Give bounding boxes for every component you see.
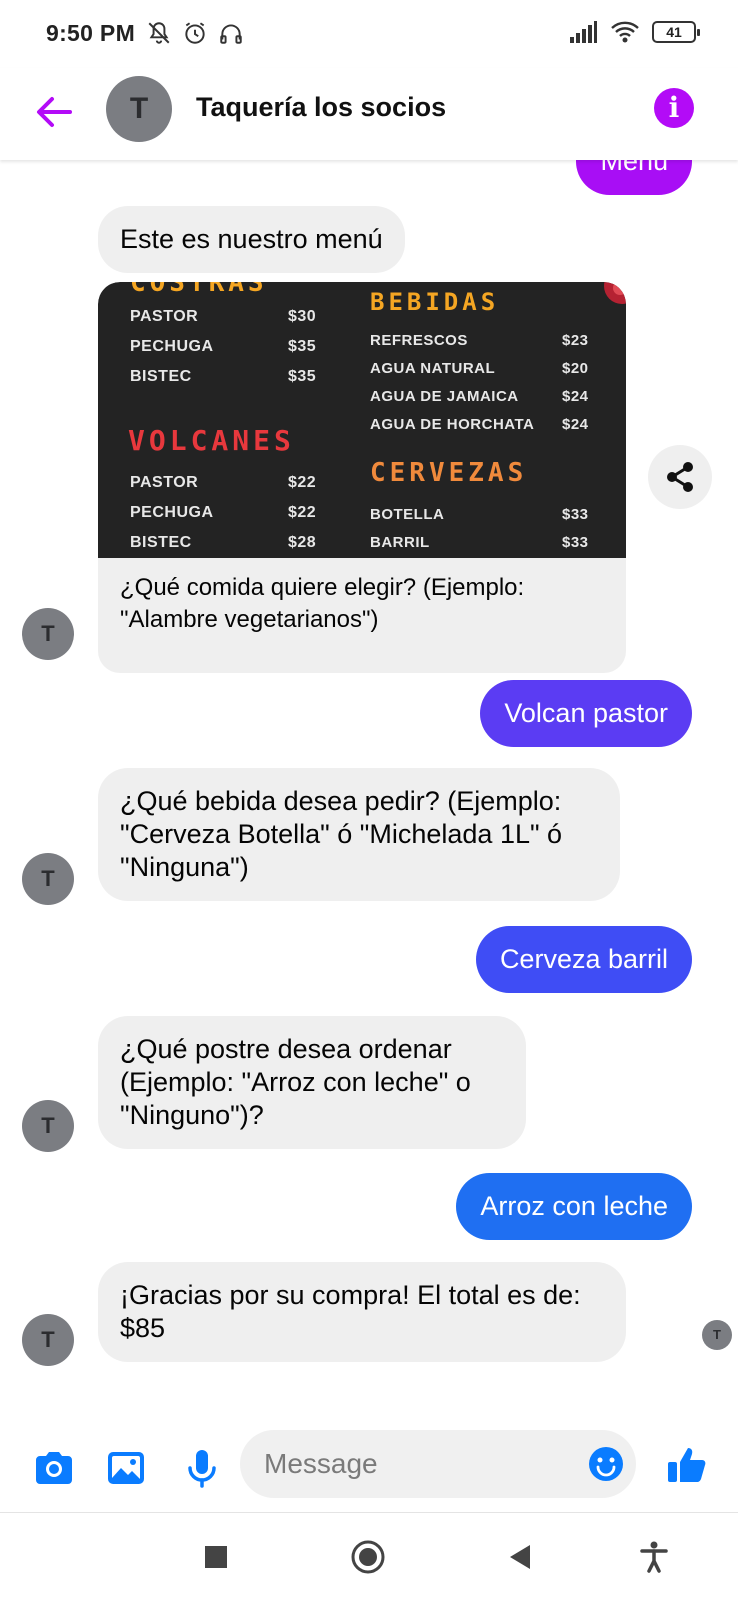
message-text: ¡Gracias por su compra! El total es de: … bbox=[120, 1280, 581, 1343]
emoji-icon[interactable] bbox=[586, 1444, 626, 1484]
message-input[interactable]: Message bbox=[240, 1430, 636, 1498]
message-text: Arroz con leche bbox=[480, 1191, 668, 1221]
menu-row: PECHUGA $35 bbox=[130, 338, 316, 356]
menu-item-price: $20 bbox=[562, 360, 589, 377]
menu-item-name: BOTELLA bbox=[370, 506, 445, 523]
arrow-left-icon[interactable] bbox=[30, 88, 78, 136]
menu-item-name: PECHUGA bbox=[130, 338, 214, 355]
contact-name[interactable]: Taquería los socios bbox=[196, 92, 446, 123]
message-composer: Message bbox=[0, 1428, 738, 1512]
sender-avatar[interactable]: T bbox=[22, 1100, 74, 1152]
message-out[interactable]: Cerveza barril bbox=[475, 926, 692, 993]
menu-item-name: BARRIL bbox=[370, 534, 430, 551]
menu-heading-volcanes: VOLCANES bbox=[128, 424, 295, 457]
menu-row: AGUA NATURAL $20 bbox=[370, 360, 588, 377]
menu-heading-bebidas: BEBIDAS bbox=[370, 288, 500, 316]
message-text: Cerveza barril bbox=[499, 944, 668, 974]
wifi-icon bbox=[611, 21, 639, 43]
menu-heading-cervezas: CERVEZAS bbox=[370, 458, 528, 488]
sender-avatar[interactable]: T bbox=[22, 608, 74, 660]
gallery-icon[interactable] bbox=[102, 1444, 150, 1492]
menu-item-name: AGUA NATURAL bbox=[370, 360, 496, 377]
info-icon[interactable]: i bbox=[654, 88, 694, 128]
menu-item-price: $24 bbox=[562, 388, 589, 405]
menu-item-price: $33 bbox=[562, 534, 589, 551]
microphone-icon[interactable] bbox=[178, 1444, 226, 1492]
menu-row: BISTEC $28 bbox=[130, 534, 316, 552]
home-icon[interactable] bbox=[348, 1537, 388, 1577]
message-text: Este es nuestro menú bbox=[120, 224, 383, 254]
menu-item-price: $35 bbox=[288, 338, 317, 355]
menu-item-name: PASTOR bbox=[130, 308, 199, 325]
menu-row: BARRIL $33 bbox=[370, 534, 588, 551]
menu-caption: ¿Qué comida quiere elegir? (Ejemplo: "Al… bbox=[120, 574, 525, 633]
conversation-header: T Taquería los socios i bbox=[0, 68, 738, 160]
menu-item-price: $22 bbox=[288, 474, 317, 491]
menu-item-price: $22 bbox=[288, 504, 317, 521]
sender-avatar[interactable]: T bbox=[22, 1314, 74, 1366]
menu-item-price: $35 bbox=[288, 368, 317, 385]
message-text: Menú bbox=[600, 160, 668, 176]
menu-row: REFRESCOS $23 bbox=[370, 332, 588, 349]
decorative-flower-icon bbox=[604, 282, 626, 304]
menu-item-price: $23 bbox=[562, 332, 589, 349]
battery-icon: 41 bbox=[652, 21, 700, 43]
menu-row: BISTEC $35 bbox=[130, 368, 316, 386]
menu-row: PASTOR $30 bbox=[130, 308, 316, 326]
message-text: ¿Qué postre desea ordenar (Ejemplo: "Arr… bbox=[120, 1034, 471, 1130]
menu-row: PECHUGA $22 bbox=[130, 504, 316, 522]
menu-item-name: PASTOR bbox=[130, 474, 199, 491]
menu-item-name: BISTEC bbox=[130, 534, 192, 551]
recents-icon[interactable] bbox=[196, 1537, 236, 1577]
message-placeholder: Message bbox=[264, 1448, 378, 1479]
menu-row: AGUA DE HORCHATA $24 bbox=[370, 416, 588, 433]
menu-image[interactable]: COSTRAS PASTOR $30 PECHUGA $35 BISTEC $35 V… bbox=[98, 282, 626, 558]
accessibility-icon[interactable] bbox=[634, 1537, 674, 1577]
status-bar: 9:50 PM 41 bbox=[0, 0, 738, 68]
message-in[interactable]: ¡Gracias por su compra! El total es de: … bbox=[98, 1262, 626, 1362]
back-icon[interactable] bbox=[500, 1537, 540, 1577]
contact-avatar[interactable]: T bbox=[106, 76, 172, 142]
message-text: ¿Qué bebida desea pedir? (Ejemplo: "Cerv… bbox=[120, 786, 563, 882]
thumbs-up-icon[interactable] bbox=[664, 1440, 712, 1488]
message-in[interactable]: Este es nuestro menú bbox=[98, 206, 405, 273]
share-button[interactable] bbox=[648, 445, 712, 509]
menu-item-name: AGUA DE JAMAICA bbox=[370, 388, 519, 405]
share-icon bbox=[667, 462, 693, 492]
menu-item-name: AGUA DE HORCHATA bbox=[370, 416, 535, 433]
menu-heading-costras: COSTRAS bbox=[130, 282, 268, 298]
menu-item-name: BISTEC bbox=[130, 368, 192, 385]
message-in[interactable]: ¿Qué bebida desea pedir? (Ejemplo: "Cerv… bbox=[98, 768, 620, 901]
headphones-icon bbox=[220, 24, 242, 44]
message-out-partial: Menú bbox=[576, 160, 692, 195]
menu-item-price: $24 bbox=[562, 416, 589, 433]
message-in[interactable]: ¿Qué postre desea ordenar (Ejemplo: "Arr… bbox=[98, 1016, 526, 1149]
menu-item-price: $30 bbox=[288, 308, 317, 325]
sender-avatar[interactable]: T bbox=[22, 853, 74, 905]
message-text: Volcan pastor bbox=[504, 698, 668, 728]
status-time: 9:50 PM bbox=[46, 20, 136, 46]
menu-row: AGUA DE JAMAICA $24 bbox=[370, 388, 588, 405]
menu-row: PASTOR $22 bbox=[130, 474, 316, 492]
menu-item-price: $28 bbox=[288, 534, 317, 551]
message-list[interactable]: Menú Este es nuestro menú COSTRAS PASTOR… bbox=[0, 160, 738, 1428]
system-nav-bar bbox=[0, 1512, 738, 1600]
menu-attachment[interactable]: COSTRAS PASTOR $30 PECHUGA $35 BISTEC $35 V… bbox=[98, 282, 626, 673]
message-out[interactable]: Volcan pastor bbox=[480, 680, 692, 747]
menu-row: BOTELLA $33 bbox=[370, 506, 588, 523]
message-out[interactable]: Arroz con leche bbox=[456, 1173, 692, 1240]
signal-icon bbox=[570, 21, 597, 43]
battery-level: 41 bbox=[666, 24, 682, 40]
menu-item-price: $33 bbox=[562, 506, 589, 523]
menu-item-name: REFRESCOS bbox=[370, 332, 468, 349]
alarm-icon bbox=[185, 22, 205, 44]
menu-item-name: PECHUGA bbox=[130, 504, 214, 521]
seen-receipt-avatar: T bbox=[702, 1320, 732, 1350]
mute-icon bbox=[148, 22, 170, 44]
camera-icon[interactable] bbox=[30, 1444, 78, 1492]
